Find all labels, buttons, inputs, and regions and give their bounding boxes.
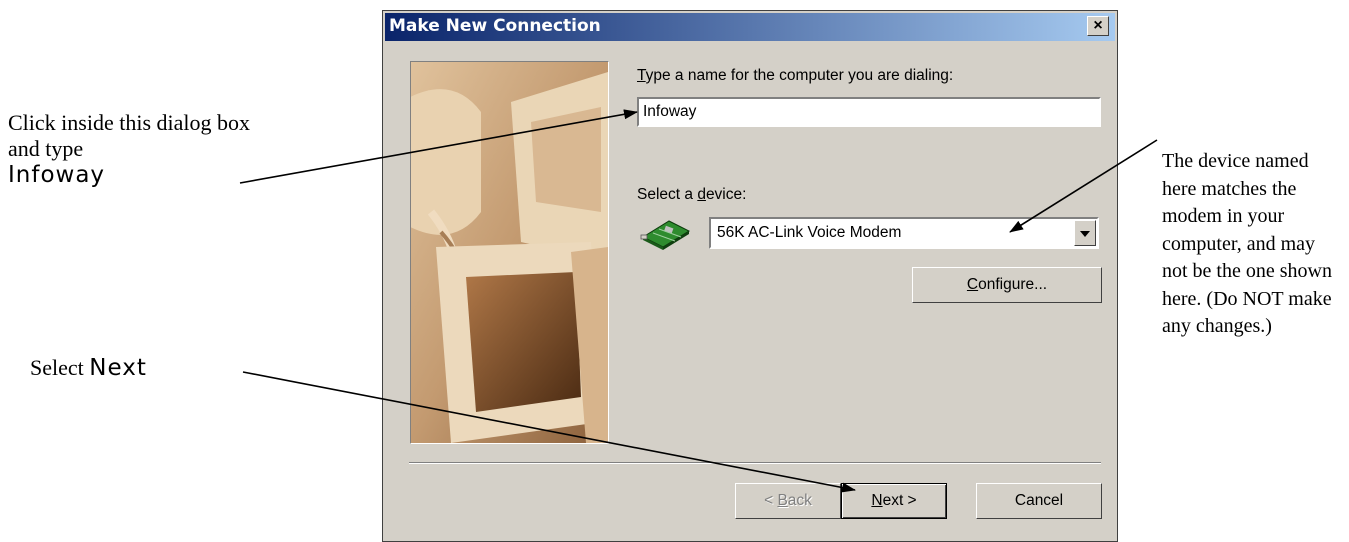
modem-icon	[640, 220, 691, 250]
computer-name-input[interactable]	[637, 97, 1101, 127]
make-new-connection-dialog: Make New Connection × Type a name for th…	[382, 10, 1118, 542]
back-prefix: <	[764, 492, 778, 509]
annotation-select-text: Select	[30, 355, 84, 380]
device-label: Select a device:	[637, 186, 746, 204]
next-label: ext >	[882, 492, 917, 509]
cancel-label: Cancel	[1014, 492, 1064, 509]
annotation-click-value: Infoway	[8, 162, 106, 188]
cancel-button[interactable]: Cancel	[976, 483, 1102, 519]
wizard-illustration	[410, 61, 609, 444]
device-label-accesskey: d	[697, 186, 706, 203]
annotation-select-value: Next	[89, 355, 147, 381]
computer-name-label-accesskey: T	[637, 67, 646, 84]
chevron-down-icon[interactable]	[1074, 220, 1096, 246]
device-select[interactable]: 56K AC-Link Voice Modem	[709, 217, 1099, 249]
annotation-device-note: The device named here matches the modem …	[1162, 150, 1332, 337]
back-button[interactable]: < Back	[735, 483, 841, 519]
configure-button[interactable]: Configure...	[912, 267, 1102, 303]
close-button[interactable]: ×	[1087, 16, 1109, 36]
separator	[409, 462, 1101, 464]
annotation-click-text: Click inside this dialog box and type	[8, 110, 250, 161]
device-select-value: 56K AC-Link Voice Modem	[717, 224, 902, 241]
annotation-type-infoway: Click inside this dialog box and type In…	[8, 110, 278, 188]
computer-name-label: Type a name for the computer you are dia…	[637, 67, 953, 85]
back-label: ack	[787, 492, 812, 509]
title-bar: Make New Connection ×	[385, 13, 1115, 41]
configure-label: onfigure...	[978, 276, 1048, 293]
device-label-suffix: evice:	[705, 186, 747, 203]
dialog-title: Make New Connection	[389, 16, 601, 36]
configure-accesskey: C	[966, 276, 979, 293]
close-icon: ×	[1093, 17, 1103, 34]
wizard-illustration-art	[411, 62, 608, 443]
next-button[interactable]: Next >	[841, 483, 947, 519]
computer-name-label-text: ype a name for the computer you are dial…	[645, 67, 954, 84]
back-accesskey: B	[777, 492, 788, 509]
annotation-select-next: Select Next	[30, 355, 147, 381]
device-label-prefix: Select a	[637, 186, 698, 203]
next-accesskey: N	[871, 492, 883, 509]
